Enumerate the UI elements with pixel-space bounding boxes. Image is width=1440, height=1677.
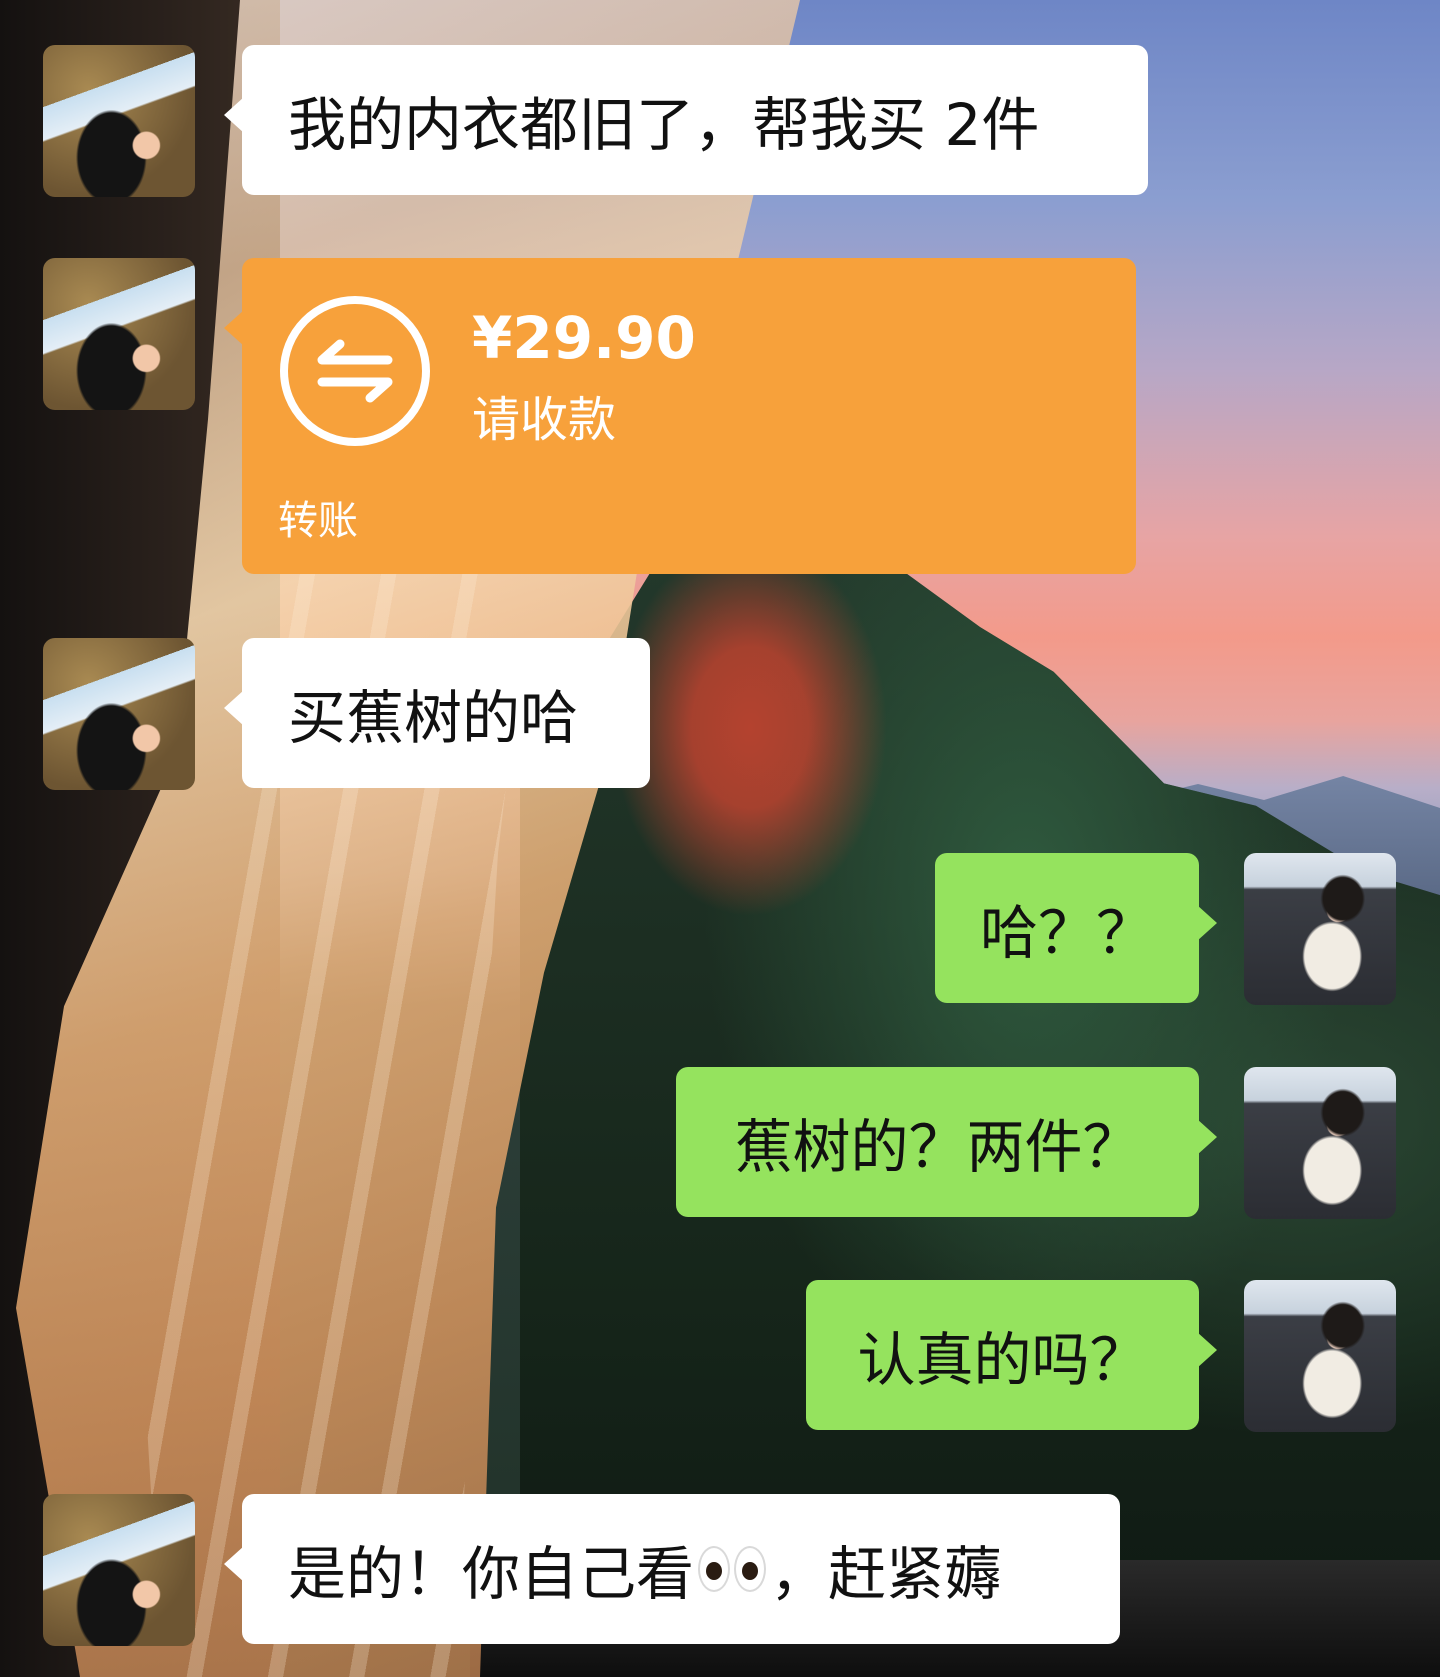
message-text: 哈？？	[980, 899, 1155, 967]
message-text: 我的内衣都旧了，帮我买 2件	[288, 91, 1040, 159]
message-text: ，赶紧薅	[770, 1540, 1003, 1608]
eyes-icon	[698, 1546, 767, 1592]
message-bubble-incoming[interactable]: 我的内衣都旧了，帮我买 2件	[224, 45, 1148, 195]
contact-avatar[interactable]	[43, 1494, 195, 1646]
my-avatar[interactable]	[1244, 1067, 1396, 1219]
transfer-card[interactable]: ¥29.90 请收款 转账	[224, 258, 1136, 574]
message-text: 买蕉树的哈	[288, 684, 579, 752]
transfer-amount: ¥29.90	[472, 304, 696, 372]
transfer-arrows-icon	[280, 296, 430, 446]
message-bubble-incoming[interactable]: 是的！你自己看 ，赶紧薅	[224, 1494, 1120, 1644]
transfer-status: 请收款	[472, 392, 617, 448]
message-bubble-incoming[interactable]: 买蕉树的哈	[224, 638, 650, 788]
my-avatar[interactable]	[1244, 853, 1396, 1005]
transfer-card-label: 转账	[278, 498, 358, 544]
message-text: 认真的吗？	[857, 1326, 1148, 1394]
message-bubble-outgoing[interactable]: 认真的吗？	[806, 1280, 1217, 1430]
contact-avatar[interactable]	[43, 638, 195, 790]
contact-avatar[interactable]	[43, 258, 195, 410]
contact-avatar[interactable]	[43, 45, 195, 197]
message-text: 是的！你自己看	[288, 1540, 695, 1608]
message-bubble-outgoing[interactable]: 哈？？	[935, 853, 1217, 1003]
message-bubble-outgoing[interactable]: 蕉树的？两件？	[676, 1067, 1217, 1217]
message-text: 蕉树的？两件？	[734, 1113, 1141, 1181]
my-avatar[interactable]	[1244, 1280, 1396, 1432]
